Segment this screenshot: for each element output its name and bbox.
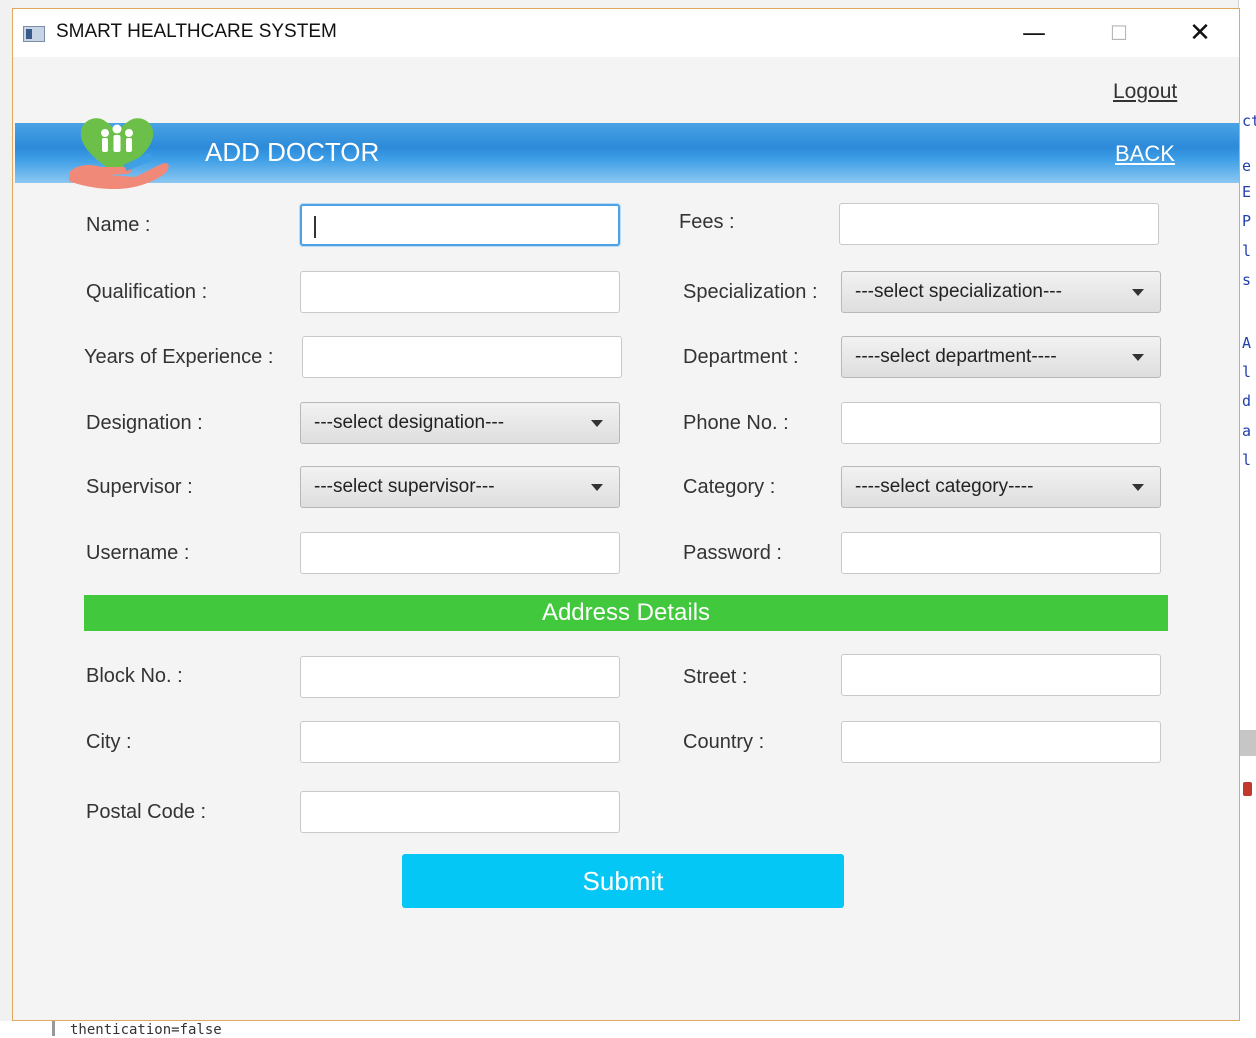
name-label: Name : [86,214,151,236]
page-title: ADD DOCTOR [205,137,380,167]
phone-label: Phone No. : [683,412,789,434]
background-bottom-code: thentication=false [0,1021,1256,1038]
chevron-down-icon [1132,354,1144,361]
background-error-marker [1243,782,1252,796]
city-input[interactable] [300,721,620,763]
background-code-line: ct [1242,112,1256,130]
category-select-value: ----select category---- [855,476,1034,497]
background-code-line: s [1242,271,1252,289]
password-label: Password : [683,542,782,564]
chevron-down-icon [1132,289,1144,296]
block-no-label: Block No. : [86,665,183,687]
experience-input[interactable] [302,336,622,378]
category-select[interactable]: ----select category---- [841,466,1161,508]
city-label: City : [86,731,132,753]
address-details-header: Address Details [84,595,1168,631]
background-code-line: a [1242,422,1252,440]
background-code-line: P [1242,212,1252,230]
minimize-button[interactable]: — [999,9,1069,57]
postal-code-input[interactable] [300,791,620,833]
background-code-line: l [1242,451,1252,469]
supervisor-select[interactable]: ---select supervisor--- [300,466,620,508]
background-code-panel: ct e E P l s A l d a l [1238,0,1256,1036]
username-input[interactable] [300,532,620,574]
department-select-value: ----select department---- [855,346,1057,367]
background-code-line: l [1242,363,1252,381]
background-code-line: d [1242,392,1252,410]
category-label: Category : [683,476,776,498]
username-label: Username : [86,542,190,564]
fees-label: Fees : [679,211,735,233]
text-caret [314,216,316,238]
street-label: Street : [683,666,748,688]
background-scrollbar-thumb [1239,730,1256,756]
country-input[interactable] [841,721,1161,763]
background-gutter [52,1021,55,1036]
experience-label: Years of Experience : [84,346,274,368]
title-bar[interactable]: SMART HEALTHCARE SYSTEM — ☐ ✕ [13,9,1239,57]
chevron-down-icon [591,484,603,491]
block-no-input[interactable] [300,656,620,698]
close-button[interactable]: ✕ [1165,9,1235,57]
window-title: SMART HEALTHCARE SYSTEM [56,21,337,42]
password-input[interactable] [841,532,1161,574]
healthcare-logo-icon [69,118,169,189]
qualification-input[interactable] [300,271,620,313]
fees-input[interactable] [839,203,1159,245]
app-window: SMART HEALTHCARE SYSTEM — ☐ ✕ Logout ADD… [12,8,1240,1021]
specialization-select-value: ---select specialization--- [855,281,1062,302]
background-code-line: e [1242,157,1252,175]
phone-input[interactable] [841,402,1161,444]
submit-button[interactable]: Submit [402,854,844,908]
background-left-strip [0,0,12,1036]
designation-select[interactable]: ---select designation--- [300,402,620,444]
background-code-line: A [1242,334,1252,352]
designation-select-value: ---select designation--- [314,412,505,433]
department-label: Department : [683,346,799,368]
back-link[interactable]: BACK [1115,141,1175,167]
chevron-down-icon [1132,484,1144,491]
supervisor-label: Supervisor : [86,476,193,498]
background-code-line: E [1242,183,1252,201]
address-details-title: Address Details [541,599,711,626]
logout-link[interactable]: Logout [1113,80,1177,104]
designation-label: Designation : [86,412,203,434]
app-window-icon [23,26,45,42]
street-input[interactable] [841,654,1161,696]
country-label: Country : [683,731,765,753]
specialization-select[interactable]: ---select specialization--- [841,271,1161,313]
department-select[interactable]: ----select department---- [841,336,1161,378]
postal-code-label: Postal Code : [86,801,207,823]
background-code-line: l [1242,242,1252,260]
name-input[interactable] [300,204,620,246]
specialization-label: Specialization : [683,281,818,303]
supervisor-select-value: ---select supervisor--- [314,476,495,497]
qualification-label: Qualification : [86,281,208,303]
maximize-button[interactable]: ☐ [1084,9,1154,57]
header-banner [15,123,1239,183]
chevron-down-icon [591,420,603,427]
